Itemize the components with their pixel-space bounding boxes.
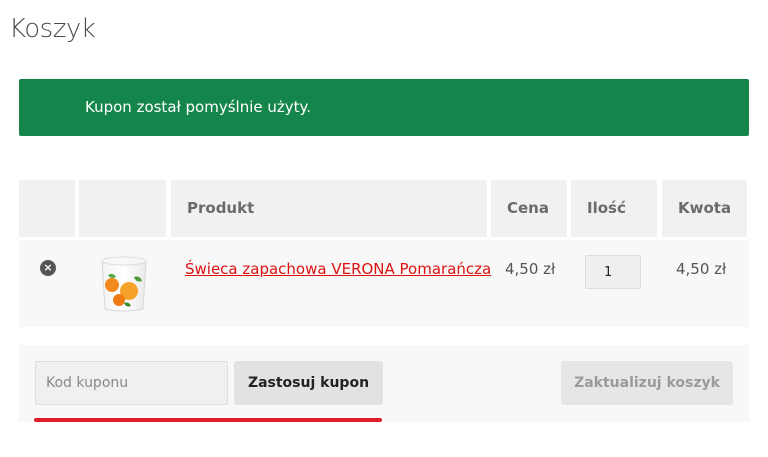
coupon-code-input[interactable]: [35, 361, 228, 405]
cart-item-row: × Świeca zapachowa VERONA Pomarańcza 4,5…: [19, 240, 749, 327]
quantity-input[interactable]: [585, 255, 641, 289]
notice-message: Kupon został pomyślnie użyty.: [85, 98, 312, 116]
header-remove-cell: [19, 180, 75, 237]
candle-jar-image: [101, 256, 147, 312]
highlight-underline: [34, 418, 382, 422]
product-link[interactable]: Świeca zapachowa VERONA Pomarańcza: [185, 260, 491, 278]
product-thumbnail[interactable]: [98, 255, 150, 313]
apply-coupon-button[interactable]: Zastosuj kupon: [234, 361, 383, 405]
header-total: Kwota: [662, 180, 747, 237]
item-price: 4,50 zł: [505, 260, 556, 278]
header-price: Cena: [491, 180, 567, 237]
update-cart-button[interactable]: Zaktualizuj koszyk: [561, 361, 733, 405]
page-title: Koszyk: [9, 14, 96, 44]
item-total: 4,50 zł: [676, 260, 727, 278]
coupon-success-notice: Kupon został pomyślnie użyty.: [19, 79, 749, 136]
header-product: Produkt: [171, 180, 487, 237]
header-thumbnail-cell: [79, 180, 166, 237]
remove-item-icon[interactable]: ×: [40, 260, 56, 276]
cart-actions: Zastosuj kupon Zaktualizuj koszyk: [19, 345, 749, 422]
header-quantity: Ilość: [571, 180, 657, 237]
